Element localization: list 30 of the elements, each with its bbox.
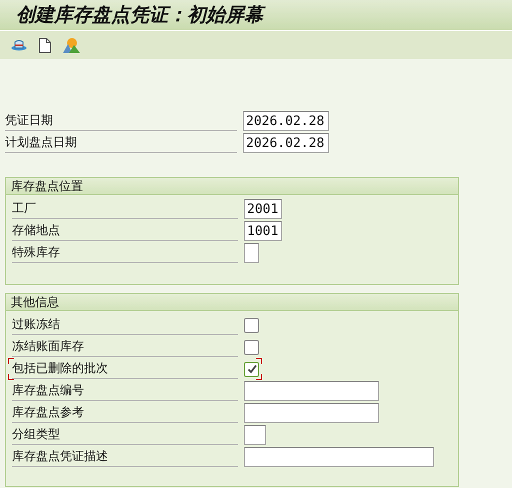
input-field[interactable] [244, 243, 259, 263]
input-field[interactable]: 2026.02.28 [243, 133, 329, 153]
document-icon [39, 38, 51, 52]
group-title: 库存盘点位置 [6, 178, 458, 195]
landscape-icon [62, 37, 80, 53]
input-field[interactable] [244, 381, 379, 401]
input-field[interactable] [244, 425, 266, 445]
checkbox[interactable] [244, 362, 259, 376]
field-label: 过账冻结 [12, 315, 238, 335]
input-field[interactable] [244, 403, 379, 423]
input-field[interactable]: 1001 [244, 221, 282, 241]
field-label: 分组类型 [12, 425, 238, 445]
field-label: 存储地点 [12, 221, 238, 241]
field-label: 冻结账面库存 [12, 337, 238, 357]
hat-icon [11, 39, 27, 51]
field-label: 凭证日期 [5, 111, 237, 131]
checkbox[interactable] [244, 318, 259, 332]
field-label: 库存盘点参考 [12, 403, 238, 423]
checkbox[interactable] [244, 340, 259, 354]
input-field[interactable]: 2001 [244, 199, 282, 219]
toolbar-button[interactable] [36, 36, 54, 54]
input-field[interactable] [244, 447, 434, 467]
field-label: 特殊库存 [12, 243, 238, 263]
input-field[interactable]: 2026.02.28 [243, 111, 329, 131]
field-label: 库存盘点编号 [12, 381, 238, 401]
group-title: 其他信息 [6, 294, 458, 311]
field-label: 工厂 [12, 199, 238, 219]
field-label: 包括已删除的批次 [12, 359, 238, 379]
field-label: 库存盘点凭证描述 [12, 447, 238, 467]
field-label: 计划盘点日期 [5, 133, 237, 153]
